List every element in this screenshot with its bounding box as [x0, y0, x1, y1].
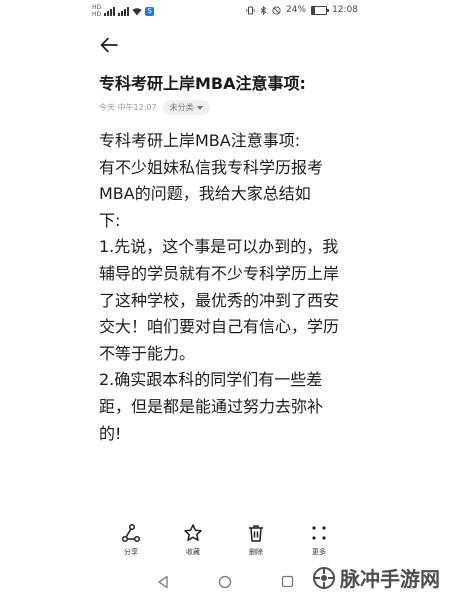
note-meta: 今天 中午12:07 未分类 — [99, 100, 210, 115]
battery-icon — [311, 5, 330, 15]
note-body-line: 有不少姐妹私信我专科学历报考 — [99, 157, 324, 177]
bottom-toolbar: 分享 收藏 删除 更多 — [95, 523, 355, 563]
vibrate-icon — [246, 6, 255, 14]
note-body-line: 距，但是都是能通过努力去弥补 — [99, 396, 324, 416]
circle-home-icon[interactable] — [218, 575, 232, 589]
note-body-line: 不等于能力。 — [99, 343, 196, 363]
delete-label: 删除 — [249, 548, 263, 556]
wifi-icon — [132, 7, 142, 15]
note-body-line: 2.确实跟本科的同学们有一些差 — [99, 370, 323, 390]
share-label: 分享 — [124, 548, 138, 556]
back-button[interactable] — [98, 34, 120, 56]
square-recent-icon[interactable] — [281, 575, 294, 588]
more-label: 更多 — [312, 548, 326, 556]
note-body-line: 的! — [99, 423, 122, 443]
watermark: 脉冲手游网 — [312, 563, 440, 592]
note-body-line: 专科考研上岸MBA注意事项: — [99, 131, 301, 150]
chevron-down-icon — [196, 105, 203, 110]
more-button[interactable]: 更多 — [299, 523, 339, 557]
dnd-icon — [272, 5, 281, 15]
bluetooth-icon — [260, 5, 267, 15]
favorite-button[interactable]: 收藏 — [173, 523, 213, 557]
favorite-label: 收藏 — [186, 548, 200, 556]
watermark-logo-icon — [313, 566, 335, 589]
share-button[interactable]: 分享 — [111, 523, 151, 557]
watermark-text: 脉冲手游网 — [340, 567, 440, 591]
signal-icon — [104, 6, 116, 16]
note-body[interactable]: 专科考研上岸MBA注意事项: 有不少姐妹私信我专科学历报考 MBA的问题，我给大家总… — [99, 128, 359, 447]
status-right: 24% 12:08 — [246, 5, 358, 15]
category-dropdown[interactable]: 未分类 — [162, 100, 210, 115]
note-body-line: 下: — [99, 210, 121, 230]
battery-fill — [312, 6, 316, 14]
more-dots-icon — [312, 526, 326, 540]
signal-icon-2 — [118, 6, 130, 16]
share-icon — [121, 523, 141, 543]
delete-button[interactable]: 删除 — [236, 523, 276, 557]
star-icon — [184, 524, 202, 541]
app-notification-icon: S — [145, 6, 155, 16]
sim1-label: HD — [92, 4, 102, 11]
note-body-line: 交大！咱们要对自己有信心，学历 — [99, 317, 340, 337]
triangle-back-icon[interactable] — [157, 575, 169, 589]
page-title: 专科考研上岸MBA注意事项: — [99, 74, 306, 93]
status-bar: HD HD S 24% 12:08 — [0, 0, 450, 24]
note-body-line: MBA的问题，我给大家总结如 — [99, 184, 311, 204]
battery-percent: 24% — [286, 5, 307, 15]
note-timestamp: 今天 中午12:07 — [99, 103, 157, 112]
status-time: 12:08 — [332, 5, 358, 15]
category-label: 未分类 — [169, 103, 194, 112]
note-body-line: 了这种学校，最优秀的冲到了西安 — [99, 290, 340, 310]
status-left: HD HD S — [92, 4, 155, 18]
sim-labels: HD HD — [92, 4, 101, 18]
arrow-left-icon — [100, 37, 118, 53]
sim2-label: HD — [92, 11, 102, 18]
trash-icon — [249, 525, 263, 542]
note-body-line: 辅导的学员就有不少专科学历上岸 — [99, 263, 340, 283]
note-body-line: 1.先说，这个事是可以办到的，我 — [99, 237, 339, 257]
